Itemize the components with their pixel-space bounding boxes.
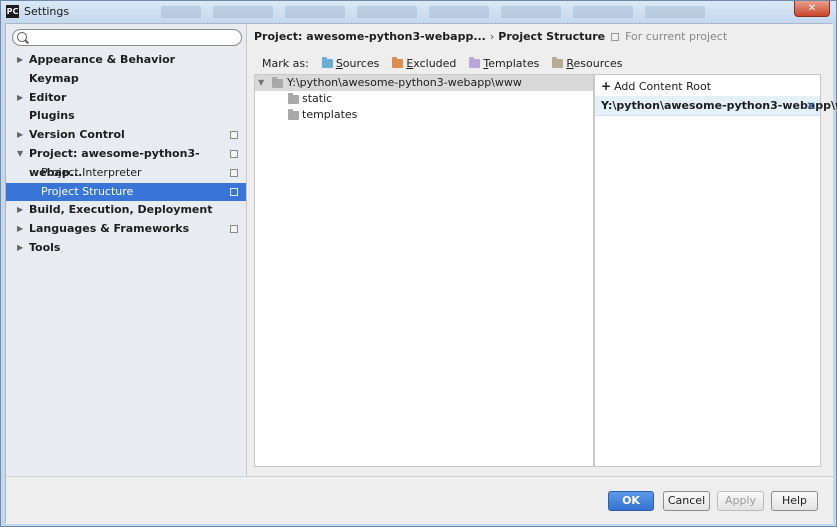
- title-bar: PC Settings ✕: [1, 1, 836, 23]
- breadcrumb-separator: ›: [489, 30, 495, 43]
- mark-as-option-label: Excluded: [406, 57, 457, 70]
- mark-as-option[interactable]: Excluded: [392, 57, 456, 70]
- expanded-arrow-icon[interactable]: ▼: [17, 145, 23, 164]
- collapsed-arrow-icon[interactable]: ▶: [17, 239, 23, 258]
- app-icon: PC: [6, 5, 19, 18]
- project-scope-icon: [230, 149, 238, 158]
- collapse-arrow-icon[interactable]: ▼: [258, 75, 264, 91]
- folder-icon: [392, 57, 404, 68]
- breadcrumb-page: Project Structure: [498, 30, 606, 43]
- sidebar-item[interactable]: ▶ Build, Execution, Deployment: [6, 201, 246, 220]
- search-icon: [17, 32, 27, 42]
- sidebar-item[interactable]: ▼ Project: awesome-python3-webap...: [6, 145, 246, 179]
- sidebar-item-label: Project Structure: [41, 184, 134, 198]
- breadcrumb: Project: awesome-python3-webapp... › Proje…: [254, 30, 727, 43]
- dialog-button-bar: OK Cancel Apply Help: [6, 476, 833, 524]
- project-scope-icon: [230, 168, 238, 177]
- apply-button[interactable]: Apply: [717, 491, 764, 511]
- folder-icon: [288, 93, 299, 104]
- ok-button[interactable]: OK: [608, 491, 654, 511]
- sidebar-item[interactable]: ▶ Tools: [6, 239, 246, 258]
- collapsed-arrow-icon[interactable]: ▶: [17, 220, 23, 239]
- content-root-entry[interactable]: Y:\python\awesome-python3-webapp\www ✕: [595, 96, 837, 116]
- folder-icon: [552, 57, 564, 68]
- sidebar-item[interactable]: Plugins: [6, 107, 246, 126]
- collapsed-arrow-icon[interactable]: ▶: [17, 126, 23, 145]
- mark-as-option-label: Templates: [483, 57, 540, 70]
- collapsed-arrow-icon[interactable]: ▶: [17, 89, 23, 108]
- sidebar-item-label: Languages & Frameworks: [29, 222, 190, 236]
- search-input[interactable]: [12, 29, 242, 46]
- sidebar-item[interactable]: ▶ Version Control: [6, 126, 246, 145]
- breadcrumb-project: Project: awesome-python3-webapp...: [254, 30, 486, 43]
- sidebar-item-label: Build, Execution, Deployment: [29, 203, 213, 217]
- help-button[interactable]: Help: [771, 491, 818, 511]
- plus-icon: +: [601, 79, 612, 93]
- dialog-body: ▶ Appearance & Behavior Keymap ▶ Editor Plugi…: [5, 23, 837, 524]
- mark-as-option[interactable]: Templates: [469, 57, 539, 70]
- project-scope-icon: [230, 225, 238, 234]
- sidebar-item-label: Keymap: [29, 71, 79, 85]
- tree-root-path: Y:\python\awesome-python3-webapp\www: [287, 76, 522, 89]
- sidebar-item-label: Plugins: [29, 109, 75, 123]
- copy-icon: [611, 33, 620, 41]
- tree-folder-label: templates: [302, 108, 358, 121]
- background-taskbar: [161, 6, 721, 18]
- content-root-path: Y:\python\awesome-python3-webapp\www: [601, 99, 837, 112]
- sidebar-item[interactable]: ▶ Appearance & Behavior: [6, 51, 246, 70]
- sidebar-item-label: Project Interpreter: [41, 165, 142, 179]
- mark-as-toolbar: Mark as: Sources Excluded Templates Resourc…: [262, 57, 623, 70]
- window-title: Settings: [24, 5, 70, 18]
- settings-tree: ▶ Appearance & Behavior Keymap ▶ Editor Plugi…: [6, 51, 246, 258]
- collapsed-arrow-icon[interactable]: ▶: [17, 201, 23, 220]
- project-structure-panel: Project: awesome-python3-webapp... › Proje…: [247, 24, 837, 476]
- sidebar-item-label: Tools: [29, 240, 61, 254]
- directory-tree: ▼ Y:\python\awesome-python3-webapp\www s…: [254, 74, 594, 467]
- mark-as-label: Mark as:: [262, 57, 309, 70]
- project-scope-icon: [230, 131, 238, 140]
- sidebar-item[interactable]: ▶ Languages & Frameworks: [6, 220, 246, 239]
- settings-sidebar: ▶ Appearance & Behavior Keymap ▶ Editor Plugi…: [6, 24, 247, 476]
- mark-as-option-label: Sources: [335, 57, 380, 70]
- project-scope-icon: [230, 187, 238, 196]
- sidebar-item-label: Version Control: [29, 128, 125, 142]
- remove-root-icon[interactable]: ✕: [806, 96, 816, 116]
- sidebar-item-label: Editor: [29, 90, 67, 104]
- close-window-button[interactable]: ✕: [794, 1, 830, 17]
- tree-folder-label: static: [302, 92, 333, 105]
- folder-icon: [288, 109, 299, 120]
- sidebar-item[interactable]: Project Interpreter: [6, 164, 246, 183]
- sidebar-item-label: Appearance & Behavior: [29, 53, 176, 66]
- folder-icon: [321, 57, 333, 68]
- mark-as-option[interactable]: Resources: [552, 57, 623, 70]
- content-roots-pane: + Add Content Root Y:\python\awesome-pyth…: [594, 74, 837, 467]
- folder-icon: [469, 57, 481, 68]
- tree-root-row[interactable]: ▼ Y:\python\awesome-python3-webapp\www: [255, 75, 593, 91]
- sidebar-item[interactable]: Project Structure: [6, 182, 246, 202]
- add-content-root-button[interactable]: + Add Content Root: [601, 79, 711, 93]
- add-content-root-label: Add Content Root: [614, 80, 712, 93]
- folder-icon: [272, 77, 283, 88]
- collapsed-arrow-icon[interactable]: ▶: [17, 51, 23, 70]
- sidebar-item[interactable]: ▶ Editor: [6, 89, 246, 108]
- mark-as-option-label: Resources: [566, 57, 623, 70]
- settings-window: PC Settings ✕ ▶ Appearance & Behavior Keym…: [0, 0, 837, 527]
- mark-as-option[interactable]: Sources: [321, 57, 380, 70]
- sidebar-item[interactable]: Keymap: [6, 70, 246, 89]
- cancel-button[interactable]: Cancel: [663, 491, 710, 511]
- scope-hint: For current project: [625, 30, 728, 43]
